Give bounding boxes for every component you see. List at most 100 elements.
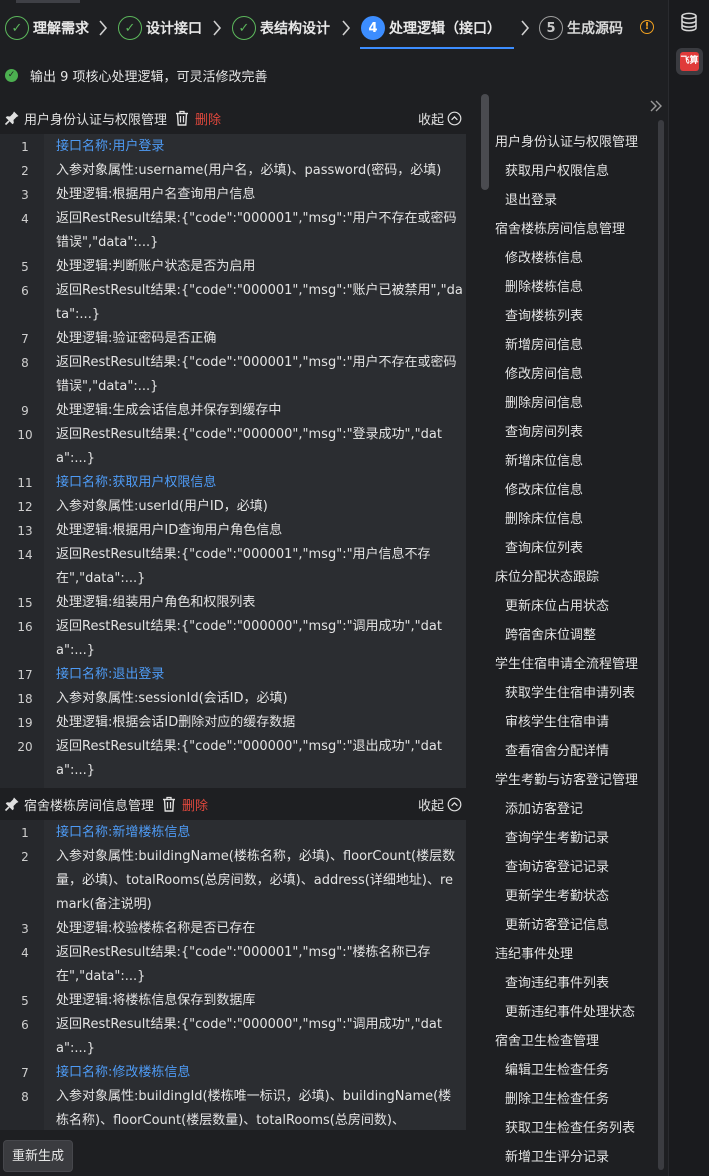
collapse-button[interactable]: 收起: [418, 109, 462, 128]
line-number: 20: [17, 740, 33, 754]
outline-item[interactable]: 查询房间列表: [505, 423, 583, 443]
outline-item[interactable]: 获取学生住宿申请列表: [505, 684, 635, 704]
outline-group[interactable]: 宿舍卫生检查管理: [495, 1032, 599, 1052]
trash-icon[interactable]: [175, 110, 189, 126]
line-text: 入参对象属性:buildingName(楼栋名称，必填)、floorCount(…: [56, 849, 456, 912]
outline-group[interactable]: 违纪事件处理: [495, 945, 573, 965]
outline-item[interactable]: 查询楼栋列表: [505, 307, 583, 327]
outline-group[interactable]: 学生考勤与访客登记管理: [495, 771, 638, 791]
feisuan-plugin-icon[interactable]: 飞算: [676, 48, 703, 75]
outline-scrollbar[interactable]: [658, 120, 664, 1170]
outline-group[interactable]: 用户身份认证与权限管理: [495, 133, 638, 153]
outline-item[interactable]: 删除房间信息: [505, 394, 583, 414]
line-number: 16: [17, 620, 33, 634]
step-2-check-icon: ✓: [118, 16, 142, 40]
outline-item[interactable]: 查询学生考勤记录: [505, 829, 609, 849]
delete-button[interactable]: 删除: [182, 795, 208, 814]
step-2-design-interface[interactable]: ✓ 设计接口: [118, 13, 202, 43]
outline-item[interactable]: 查询违纪事件列表: [505, 974, 609, 994]
line-number: 5: [21, 994, 29, 1008]
outline-item[interactable]: 更新床位占用状态: [505, 597, 609, 617]
outline-item[interactable]: 添加访客登记: [505, 800, 583, 820]
line-text: 入参对象属性:buildingId(楼栋唯一标识，必填)、buildingNam…: [56, 1089, 452, 1128]
outline-item[interactable]: 获取用户权限信息: [505, 162, 609, 182]
double-chevron-right-icon[interactable]: [648, 98, 664, 114]
outline-item[interactable]: 退出登录: [505, 191, 557, 211]
step-5-generate-source[interactable]: 5 生成源码: [539, 13, 623, 43]
line-text: 处理逻辑:校验楼栋名称是否已存在: [56, 921, 256, 936]
line-number: 3: [21, 922, 29, 936]
outline-item[interactable]: 修改房间信息: [505, 365, 583, 385]
outline-item[interactable]: 获取卫生检查任务列表: [505, 1119, 635, 1139]
info-icon[interactable]: !: [640, 20, 654, 34]
line-number: 4: [21, 212, 29, 226]
outline-item[interactable]: 查询床位列表: [505, 539, 583, 559]
outline-item[interactable]: 更新学生考勤状态: [505, 887, 609, 907]
section-title: 用户身份认证与权限管理: [24, 112, 168, 128]
chevron-right-icon: [99, 20, 108, 36]
line-text: 接口名称:退出登录: [56, 667, 165, 682]
step-5-number: 5: [539, 16, 563, 40]
line-text: 入参对象属性:sessionId(会话ID，必填): [56, 691, 288, 706]
line-text: 入参对象属性:username(用户名，必填)、password(密码，必填): [56, 163, 442, 178]
outline-item[interactable]: 删除楼栋信息: [505, 278, 583, 298]
delete-button[interactable]: 删除: [195, 109, 221, 128]
trash-icon[interactable]: [162, 796, 176, 812]
outline-item[interactable]: 删除卫生检查任务: [505, 1090, 609, 1110]
right-toolbar: [668, 0, 709, 1176]
section-header-user-auth: 用户身份认证与权限管理 删除 收起: [0, 107, 466, 129]
outline-group[interactable]: 学生住宿申请全流程管理: [495, 655, 638, 675]
line-number: 11: [17, 476, 33, 490]
step-3-check-icon: ✓: [232, 16, 256, 40]
outline-item[interactable]: 更新访客登记信息: [505, 916, 609, 936]
line-text: 处理逻辑:生成会话信息并保存到缓存中: [56, 403, 282, 418]
logic-code-block-user-auth[interactable]: 1 接口名称:用户登录 2 入参对象属性:username(用户名，必填)、passw…: [0, 134, 466, 788]
outline-item[interactable]: 跨宿舍床位调整: [505, 626, 596, 646]
regenerate-button[interactable]: 重新生成: [3, 1140, 73, 1172]
step-1-understand-requirements[interactable]: ✓ 理解需求: [5, 13, 89, 43]
line-text: 返回RestResult结果:{"code":"000001","msg":"用…: [56, 355, 457, 394]
outline-item[interactable]: 修改床位信息: [505, 481, 583, 501]
outline-item[interactable]: 新增卫生评分记录: [505, 1148, 609, 1168]
line-number: 3: [21, 188, 29, 202]
line-number: 5: [21, 260, 29, 274]
status-message: ✓ 输出 9 项核心处理逻辑，可灵活修改完善: [5, 66, 268, 85]
line-number: 19: [17, 716, 33, 730]
database-icon[interactable]: [680, 12, 698, 32]
outline-item[interactable]: 编辑卫生检查任务: [505, 1061, 609, 1081]
outline-item[interactable]: 修改楼栋信息: [505, 249, 583, 269]
line-text: 返回RestResult结果:{"code":"000000","msg":"退…: [56, 739, 442, 778]
chevron-up-circle-icon: [447, 797, 462, 812]
line-number: 12: [17, 500, 33, 514]
step-4-label: 处理逻辑（接口）: [389, 21, 501, 37]
line-number: 18: [17, 692, 33, 706]
chevron-right-icon: [521, 20, 530, 36]
step-4-processing-logic[interactable]: 4 处理逻辑（接口）: [361, 13, 501, 43]
outline-item[interactable]: 新增房间信息: [505, 336, 583, 356]
logic-code-block-building-room[interactable]: 1 接口名称:新增楼栋信息 2 入参对象属性:buildingName(楼栋名称，必填…: [0, 820, 466, 1130]
collapse-button[interactable]: 收起: [418, 795, 462, 814]
step-3-table-design[interactable]: ✓ 表结构设计: [232, 13, 330, 43]
section-title: 宿舍楼栋房间信息管理: [24, 798, 155, 814]
outline-group[interactable]: 床位分配状态跟踪: [495, 568, 599, 588]
line-text: 返回RestResult结果:{"code":"000000","msg":"调…: [56, 1017, 442, 1056]
line-text: 接口名称:修改楼栋信息: [56, 1065, 191, 1080]
collapse-label: 收起: [417, 799, 444, 814]
step-2-label: 设计接口: [146, 21, 202, 37]
outline-item[interactable]: 删除床位信息: [505, 510, 583, 530]
line-number: 7: [21, 1066, 29, 1080]
outline-item[interactable]: 更新违纪事件处理状态: [505, 1003, 635, 1023]
outline-item[interactable]: 审核学生住宿申请: [505, 713, 609, 733]
outline-group[interactable]: 宿舍楼栋房间信息管理: [495, 220, 625, 240]
step-1-check-icon: ✓: [5, 16, 29, 40]
line-text: 接口名称:用户登录: [56, 139, 165, 154]
outline-item[interactable]: 查询访客登记记录: [505, 858, 609, 878]
chevron-right-icon: [342, 20, 351, 36]
step-1-label: 理解需求: [33, 21, 89, 37]
outline-item[interactable]: 新增床位信息: [505, 452, 583, 472]
scrollbar[interactable]: [481, 94, 489, 190]
outline-item[interactable]: 查看宿舍分配详情: [505, 742, 609, 762]
line-number: 1: [21, 826, 29, 840]
check-circle-icon: ✓: [5, 68, 18, 82]
line-text: 处理逻辑:根据用户ID查询用户角色信息: [56, 523, 283, 538]
